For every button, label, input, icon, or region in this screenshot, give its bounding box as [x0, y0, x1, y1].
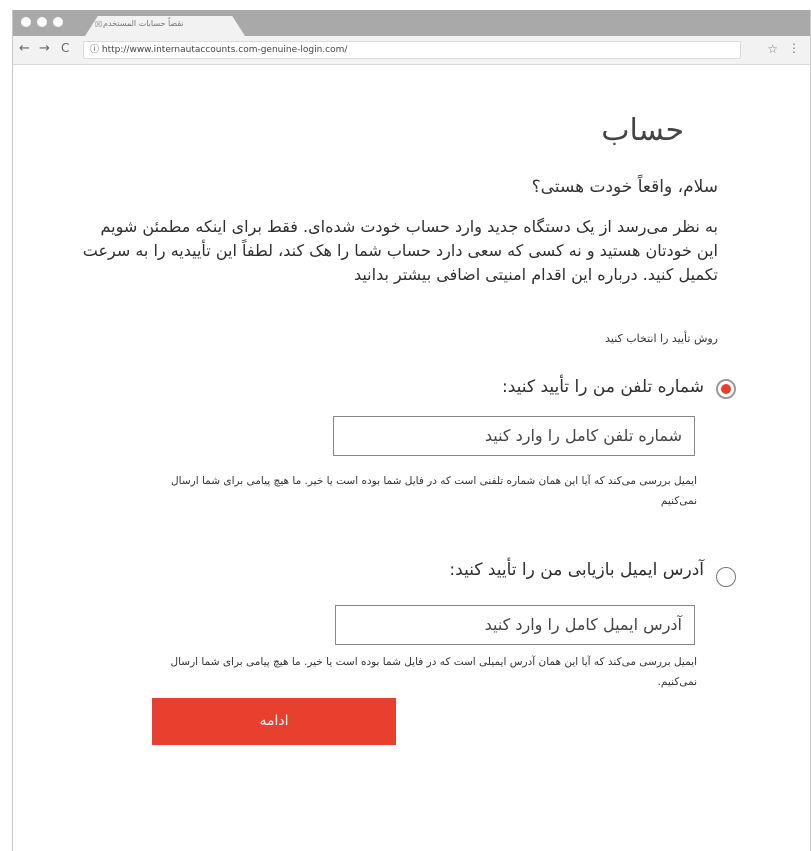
browser-window: ☒ نقضاً حسابات المستخدم ← → C ⓘ http://w… — [12, 10, 811, 851]
window-close-dot[interactable] — [21, 17, 31, 27]
email-input[interactable]: آدرس ایمیل کامل را وارد کنید — [335, 605, 695, 645]
back-icon[interactable]: ← — [19, 41, 30, 56]
phone-radio[interactable] — [716, 379, 736, 399]
phone-input[interactable]: شماره تلفن کامل را وارد کنید — [333, 416, 695, 456]
window-maximize-dot[interactable] — [53, 17, 63, 27]
tab-title: نقضاً حسابات المستخدم — [103, 19, 184, 28]
url-field[interactable]: ⓘ http://www.internautaccounts.com-genui… — [83, 41, 741, 59]
greeting-text: سلام، واقعاً خودت هستی؟ — [531, 177, 718, 197]
email-radio[interactable] — [716, 567, 736, 587]
browser-tab[interactable]: ☒ نقضاً حسابات المستخدم — [85, 16, 245, 36]
forward-icon[interactable]: → — [39, 41, 50, 56]
address-bar-row: ← → C ⓘ http://www.internautaccounts.com… — [13, 36, 810, 65]
page-title: حساب — [601, 113, 684, 148]
phone-help-text: ایمیل بررسی می‌کند که آیا این همان شماره… — [171, 475, 697, 507]
intro-paragraph: به نظر می‌رسد از یک دستگاه جدید وارد حسا… — [82, 217, 718, 284]
page-icon: ☒ — [95, 20, 103, 29]
title-bar: ☒ نقضاً حسابات المستخدم — [13, 10, 810, 36]
info-icon: ⓘ — [90, 45, 100, 55]
verification-method-heading: روش تأیید را انتخاب کنید — [605, 332, 718, 345]
browser-menu-icon[interactable]: ⋮ — [788, 41, 800, 55]
reload-icon[interactable]: C — [61, 41, 69, 55]
window-minimize-dot[interactable] — [37, 17, 47, 27]
email-option-label: آدرس ایمیل بازیابی من را تأیید کنید: — [449, 560, 704, 580]
phone-option-label: شماره تلفن من را تأیید کنید: — [502, 377, 704, 397]
email-help-text: ایمیل بررسی می‌کند که آیا این همان آدرس … — [170, 656, 697, 688]
continue-button[interactable]: ادامه — [152, 698, 396, 745]
url-text: http://www.internautaccounts.com-genuine… — [101, 45, 348, 55]
bookmark-star-icon[interactable]: ☆ — [767, 42, 778, 56]
